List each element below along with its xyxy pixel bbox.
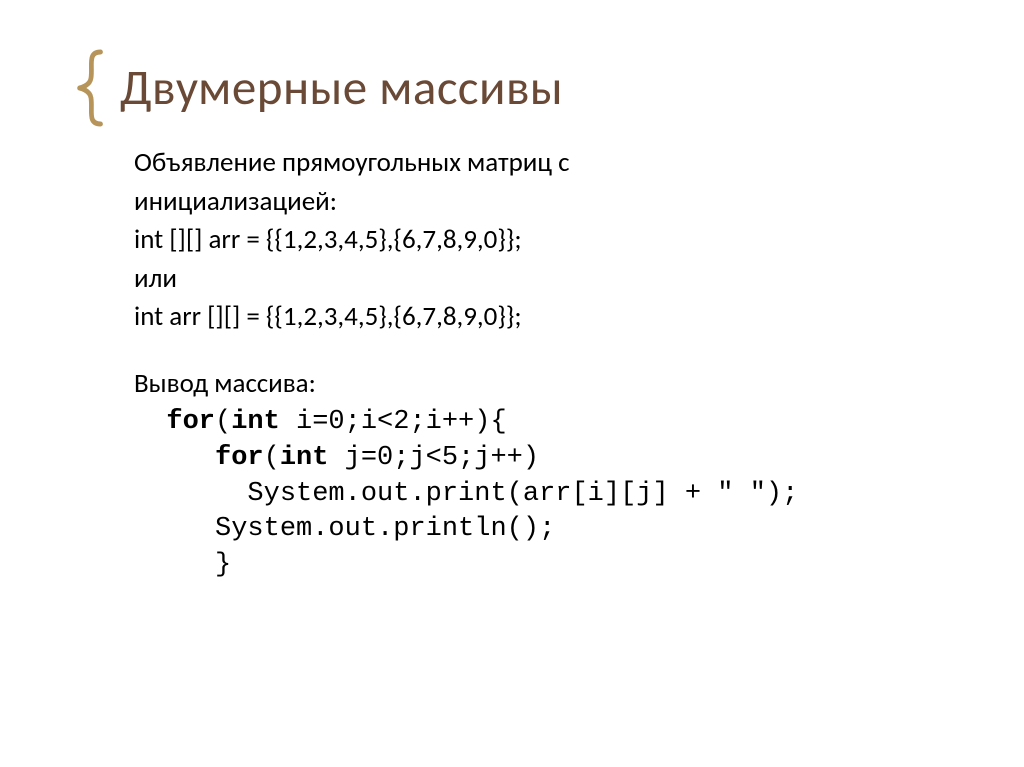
slide-title: Двумерные массивы — [120, 58, 563, 118]
slide: Двумерные массивы Объявление прямоугольн… — [0, 0, 1024, 767]
code-l1-int: int — [231, 407, 280, 437]
code-l1b: ( — [215, 407, 231, 437]
brace-icon — [72, 48, 110, 128]
code-l2-int: int — [280, 443, 329, 473]
slide-body: Объявление прямоугольных матриц с инициа… — [0, 128, 1024, 583]
code-l4: System.out.println(); — [134, 514, 555, 544]
intro-line-1: Объявление прямоугольных матриц с — [134, 146, 964, 181]
code-l2b: ( — [264, 443, 280, 473]
code-l1a — [134, 407, 166, 437]
spacer — [134, 339, 964, 367]
code-l1-for: for — [166, 407, 215, 437]
intro-line-2: инициализацией: — [134, 185, 964, 220]
code-l5: } — [134, 550, 231, 580]
code-block: for(int i=0;i<2;i++){ for(int j=0;j<5;j+… — [134, 405, 964, 583]
code-l1c: i=0;i<2;i++){ — [280, 407, 507, 437]
or-label: или — [134, 262, 964, 297]
declaration-1: int [][] arr = {{1,2,3,4,5},{6,7,8,9,0}}… — [134, 223, 964, 258]
code-l3: System.out.print(arr[i][j] + " "); — [134, 479, 798, 509]
declaration-2: int arr [][] = {{1,2,3,4,5},{6,7,8,9,0}}… — [134, 300, 964, 335]
code-l2c: j=0;j<5;j++) — [328, 443, 539, 473]
output-label: Вывод массива: — [134, 367, 964, 402]
code-l2-for: for — [215, 443, 264, 473]
title-row: Двумерные массивы — [0, 0, 1024, 128]
code-l2a — [134, 443, 215, 473]
